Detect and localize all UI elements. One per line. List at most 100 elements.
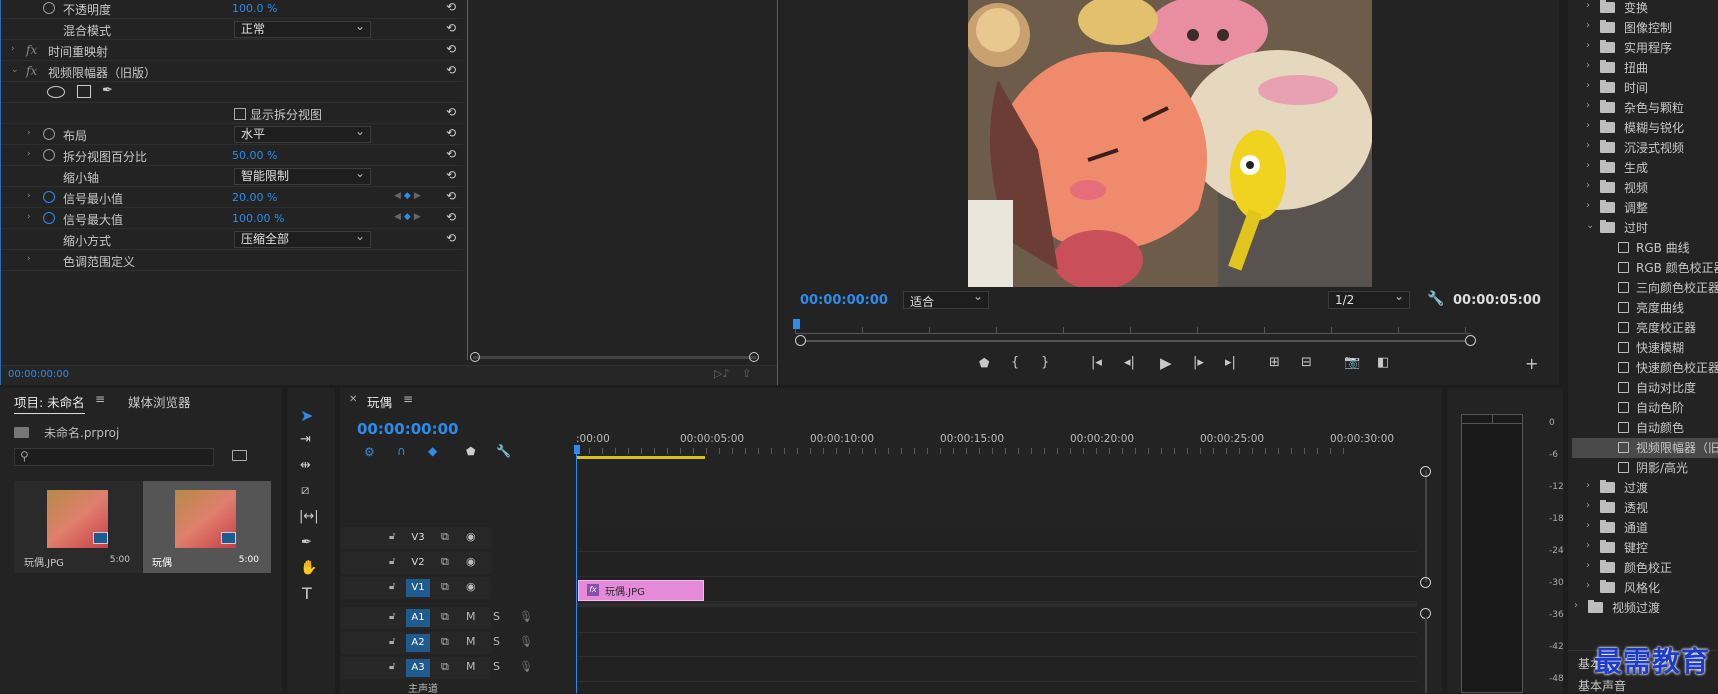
effects-item[interactable]: › 生成 [1572, 158, 1718, 178]
track-name[interactable]: V1 [406, 579, 430, 597]
ripple-edit-icon[interactable]: ⇹ [300, 458, 311, 473]
eye-icon[interactable]: ◉ [466, 555, 476, 568]
eye-icon[interactable]: ◉ [466, 530, 476, 543]
type-tool-icon[interactable]: T [302, 584, 312, 603]
timeline-playhead-marker[interactable] [574, 445, 580, 454]
param-value[interactable]: 100.00 % [232, 212, 284, 225]
tab-project[interactable]: 项目: 未命名 [14, 392, 85, 414]
effects-item[interactable]: 视频限幅器（旧版） [1572, 438, 1718, 458]
toggle-sync-icon[interactable]: ⧉ [441, 530, 449, 544]
effect-row[interactable]: › fx 时间重映射 ⟲ [1, 40, 463, 61]
monitor-zoom-track[interactable] [801, 340, 1465, 342]
step-forward-icon[interactable]: |▸ [1193, 355, 1204, 370]
effects-item[interactable]: › 实用程序 [1572, 38, 1718, 58]
linked-select-icon[interactable]: ∩ [397, 444, 406, 458]
fx-icon[interactable]: fx [26, 43, 37, 57]
track-name[interactable]: V2 [406, 554, 430, 572]
chevron-right-icon[interactable]: › [1586, 80, 1590, 91]
reset-icon[interactable]: ⟲ [446, 42, 460, 56]
effects-item[interactable]: 自动颜色 [1572, 418, 1718, 438]
lock-icon[interactable]: 🔓︎ [389, 636, 395, 647]
chevron-right-icon[interactable]: › [1586, 580, 1590, 591]
reset-icon[interactable]: ⟲ [446, 0, 460, 14]
new-bin-icon[interactable] [232, 450, 247, 461]
eye-icon[interactable]: ◉ [466, 580, 476, 593]
lock-icon[interactable]: 🔓︎ [389, 661, 395, 672]
effect-row[interactable]: ⌄ fx 视频限幅器（旧版） ⟲ [1, 61, 463, 82]
ec-scroll-start[interactable] [470, 352, 480, 362]
reset-icon[interactable]: ⟲ [446, 126, 460, 140]
effect-row[interactable]: 不透明度 100.0 % ⟲ [1, 0, 463, 19]
expand-twirl-icon[interactable]: › [27, 149, 31, 159]
effects-item[interactable]: › 过渡 [1572, 478, 1718, 498]
effects-item[interactable]: RGB 颜色校正器 [1572, 258, 1718, 278]
stopwatch-icon[interactable] [43, 212, 55, 224]
zoom-handle-right[interactable] [1465, 335, 1476, 346]
track-name[interactable]: A3 [406, 659, 430, 677]
fit-dropdown[interactable]: 适合 ⌄ [903, 289, 989, 309]
v-scroll-handle[interactable] [1420, 466, 1431, 477]
reset-icon[interactable]: ⟲ [446, 168, 460, 182]
hand-icon[interactable]: ✋ [300, 560, 317, 576]
ec-scroll-track[interactable] [473, 356, 756, 359]
chevron-right-icon[interactable]: › [1574, 600, 1578, 611]
stopwatch-icon[interactable] [43, 128, 55, 140]
solo-button[interactable]: S [493, 660, 500, 673]
ec-scroll-end[interactable] [749, 352, 759, 362]
pen-icon[interactable]: ✒ [301, 535, 312, 550]
lock-icon[interactable]: 🔓︎ [389, 611, 395, 622]
reset-icon[interactable]: ⟲ [446, 210, 460, 224]
chevron-right-icon[interactable]: › [1586, 20, 1590, 31]
lift-icon[interactable]: ⊞ [1269, 355, 1280, 370]
effects-item[interactable]: 亮度校正器 [1572, 318, 1718, 338]
v-scroll-handle[interactable] [1420, 577, 1431, 588]
project-item-0[interactable]: 玩偶.JPG 5:00 [14, 481, 142, 573]
step-back-icon[interactable]: ◂| [1124, 355, 1135, 370]
video-track-header[interactable]: 🔓︎ V2 ⧉ ◉ [341, 552, 491, 574]
reset-icon[interactable]: ⟲ [446, 231, 460, 245]
effects-item[interactable]: 三向颜色校正器 [1572, 278, 1718, 298]
chevron-right-icon[interactable]: › [1586, 500, 1590, 511]
effects-item[interactable]: 快速颜色校正器 [1572, 358, 1718, 378]
mute-button[interactable]: M [466, 660, 476, 673]
program-timecode-left[interactable]: 00:00:00:00 [800, 293, 888, 308]
effects-item[interactable]: › 视频 [1572, 178, 1718, 198]
audio-track-header[interactable]: 🔓︎ A2 ⧉ M S 🎙︎ [341, 632, 533, 654]
solo-button[interactable]: S [493, 635, 500, 648]
add-button-icon[interactable]: + [1525, 354, 1538, 373]
sequence-tab[interactable]: 玩偶 [367, 392, 392, 411]
export-icon[interactable]: ⇧ [742, 367, 751, 380]
track-name[interactable]: A1 [406, 609, 430, 627]
track-name[interactable]: A2 [406, 634, 430, 652]
mute-button[interactable]: M [466, 610, 476, 623]
chevron-right-icon[interactable]: › [1586, 480, 1590, 491]
add-marker-icon[interactable]: ◆ [428, 444, 437, 458]
audio-icon[interactable]: ▷♪ [714, 367, 729, 380]
track-select-icon[interactable]: ⇥ [300, 432, 311, 447]
audio-track-header[interactable]: 🔓︎ A3 ⧉ M S 🎙︎ [341, 657, 533, 679]
keyframe-nav-icon[interactable]: ◀◆▶ [394, 212, 440, 224]
tab-menu-icon[interactable]: ≡ [403, 392, 413, 406]
effects-item[interactable]: › 通道 [1572, 518, 1718, 538]
effect-row[interactable]: › 信号最大值 100.00 % ◀◆▶ ⟲ [1, 208, 463, 229]
effects-item[interactable]: ⌄ 过时 [1572, 218, 1718, 238]
v-scroll-track[interactable] [1425, 470, 1427, 582]
effects-item[interactable]: › 沉浸式视频 [1572, 138, 1718, 158]
param-dropdown[interactable]: 水平 [234, 124, 371, 143]
stopwatch-icon[interactable] [43, 149, 55, 161]
reset-icon[interactable]: ⟲ [446, 189, 460, 203]
effects-item[interactable]: › 调整 [1572, 198, 1718, 218]
search-input[interactable]: ⚲ [14, 448, 214, 466]
chevron-right-icon[interactable]: › [1586, 560, 1590, 571]
chevron-right-icon[interactable]: › [1586, 140, 1590, 151]
expand-twirl-icon[interactable]: › [11, 44, 15, 54]
a-scroll-track[interactable] [1425, 618, 1427, 693]
param-dropdown[interactable]: 压缩全部 [234, 229, 371, 248]
chevron-right-icon[interactable]: › [1586, 60, 1590, 71]
toggle-sync-icon[interactable]: ⧉ [441, 555, 449, 569]
compare-icon[interactable]: ◧ [1377, 355, 1389, 370]
zoom-handle-left[interactable] [795, 335, 806, 346]
expand-twirl-icon[interactable]: › [27, 191, 31, 201]
microphone-icon[interactable]: 🎙︎ [519, 660, 533, 673]
resolution-dropdown[interactable]: 1/2 ⌄ [1328, 289, 1410, 309]
